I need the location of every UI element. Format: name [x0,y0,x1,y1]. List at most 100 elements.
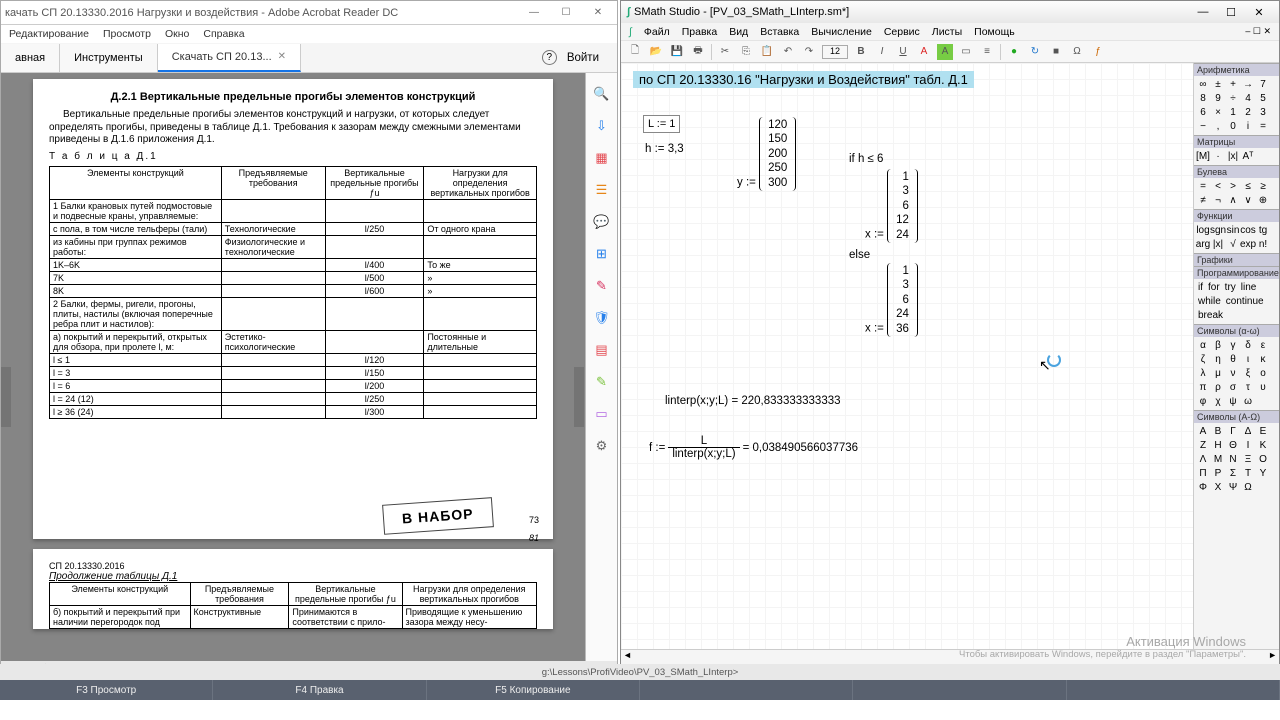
var-y[interactable]: y := 120150200250300 [737,117,796,191]
tab-document[interactable]: Скачать СП 20.13... ✕ [158,44,301,72]
close-icon[interactable]: ✕ [278,51,286,62]
windows-activation-watermark: Активация Windows Чтобы активировать Win… [959,634,1246,660]
recalc-icon[interactable]: ↻ [1027,44,1043,60]
menu-help[interactable]: Помощь [974,26,1015,38]
new-icon[interactable]: 🗋 [627,44,643,60]
table-d1: Элементы конструкций Предъявляемые требо… [49,166,537,419]
page-paragraph: Вертикальные предельные прогибы элементо… [49,109,537,147]
font-size-input[interactable]: 12 [822,45,848,59]
search-icon[interactable]: 🔍 [593,85,611,103]
page-number: 81 [529,533,539,543]
var-x2[interactable]: x := 1362436 [865,263,918,337]
maximize-button[interactable]: ☐ [551,3,581,23]
page-number: 73 [529,515,539,525]
app-icon: ∫ [627,6,630,18]
document-viewport[interactable]: Д.2.1 Вертикальные предельные прогибы эл… [1,73,585,661]
sign-icon[interactable]: ✎ [593,277,611,295]
palette-prog[interactable]: Программирование [1194,266,1279,279]
highlight-icon[interactable]: ✎ [593,373,611,391]
if-branch[interactable]: if h ≤ 6 [849,153,883,165]
mdi-close-icon[interactable]: – ☐ ✕ [1245,26,1271,37]
unit-icon[interactable]: Ω [1069,44,1085,60]
italic-icon[interactable]: I [874,44,890,60]
var-x1[interactable]: x := 1361224 [865,169,918,243]
minimize-button[interactable]: — [519,3,549,23]
stop-icon[interactable]: ■ [1048,44,1064,60]
frame-icon[interactable]: ▭ [958,44,974,60]
else-branch[interactable]: else [849,249,870,261]
menu-calc[interactable]: Вычисление [811,26,872,38]
bgcolor-icon[interactable]: A [937,44,953,60]
cut-icon[interactable]: ✂ [717,44,733,60]
tab-tools[interactable]: Инструменты [60,44,158,72]
open-icon[interactable]: 📂 [648,44,664,60]
acrobat-nav-handle[interactable] [1,367,11,427]
acrobat-window: качать СП 20.13330.2016 Нагрузки и возде… [0,0,618,680]
palette-plot[interactable]: Графики [1194,253,1279,266]
protect-icon[interactable]: 🛡 [593,309,611,327]
fn-f5[interactable]: F5 Копирование [427,680,640,700]
menu-edit[interactable]: Редактирование [9,28,89,40]
palette-sym-greek-upper[interactable]: Символы (A-Ω) [1194,410,1279,423]
more-icon[interactable]: ⚙ [593,437,611,455]
palette-sym-greek[interactable]: Символы (α-ω) [1194,324,1279,337]
menu-service[interactable]: Сервис [884,26,920,38]
tab-home[interactable]: авная [1,44,60,72]
app-icon: ∫ [629,26,632,38]
undo-icon[interactable]: ↶ [780,44,796,60]
doc-code: СП 20.13330.2016 [49,561,537,571]
compress-icon[interactable]: ▤ [593,341,611,359]
color-icon[interactable]: A [916,44,932,60]
var-L[interactable]: L := 1 [643,115,680,133]
menu-view[interactable]: Вид [729,26,748,38]
organize-icon[interactable]: ⊞ [593,245,611,263]
linterp-result[interactable]: linterp(x;y;L) = 220,833333333333 [665,395,841,407]
palette-bool[interactable]: Булева [1194,165,1279,178]
var-f[interactable]: f := L linterp(x;y;L) = 0,03849056603773… [649,435,858,460]
palette-func[interactable]: Функции [1194,209,1279,222]
close-button[interactable]: ✕ [1245,6,1273,19]
table-d1-cont: Элементы конструкций Предъявляемые требо… [49,582,537,629]
menu-insert[interactable]: Вставка [760,26,799,38]
menu-window[interactable]: Окно [165,28,189,40]
commander-fnkeys: F3 Просмотр F4 Правка F5 Копирование [0,680,1280,700]
page-heading: Д.2.1 Вертикальные предельные прогибы эл… [49,91,537,103]
paste-icon[interactable]: 📋 [759,44,775,60]
menu-file[interactable]: Файл [644,26,670,38]
func-icon[interactable]: ƒ [1090,44,1106,60]
menu-sheets[interactable]: Листы [932,26,962,38]
smath-worksheet[interactable]: по СП 20.13330.16 "Нагрузки и Воздействи… [621,63,1193,649]
export-icon[interactable]: ⇩ [593,117,611,135]
edit-icon[interactable]: ☰ [593,181,611,199]
minimize-button[interactable]: — [1189,6,1217,19]
smath-titlebar[interactable]: ∫ SMath Studio - [PV_03_SMath_LInterp.sm… [621,1,1279,23]
menu-view[interactable]: Просмотр [103,28,151,40]
bold-icon[interactable]: B [853,44,869,60]
login-link[interactable]: Войти [567,52,599,64]
maximize-button[interactable]: ☐ [1217,6,1245,19]
fn-f4[interactable]: F4 Правка [213,680,426,700]
redo-icon[interactable]: ↷ [801,44,817,60]
fn-f3[interactable]: F3 Просмотр [0,680,213,700]
stamp-icon[interactable]: ▭ [593,405,611,423]
underline-icon[interactable]: U [895,44,911,60]
var-h[interactable]: h := 3,3 [645,143,684,155]
palette-arith[interactable]: Арифметика [1194,63,1279,76]
commander-path: g:\Lessons\ProfiVideo\PV_03_SMath_LInter… [0,664,1280,680]
calc-icon[interactable]: ● [1006,44,1022,60]
palette-matrix[interactable]: Матрицы [1194,135,1279,148]
align-icon[interactable]: ≡ [979,44,995,60]
print-icon[interactable]: 🖶 [690,44,706,60]
acrobat-titlebar[interactable]: качать СП 20.13330.2016 Нагрузки и возде… [1,1,617,25]
copy-icon[interactable]: ⎘ [738,44,754,60]
acrobat-sidebar: 🔍 ⇩ ▦ ☰ 💬 ⊞ ✎ 🛡 ▤ ✎ ▭ ⚙ [585,73,617,661]
create-icon[interactable]: ▦ [593,149,611,167]
menu-edit[interactable]: Правка [682,26,717,38]
smath-window: ∫ SMath Studio - [PV_03_SMath_LInterp.sm… [620,0,1280,680]
comment-icon[interactable]: 💬 [593,213,611,231]
save-icon[interactable]: 💾 [669,44,685,60]
help-icon[interactable]: ? [542,50,557,65]
close-button[interactable]: ✕ [583,3,613,23]
menu-help[interactable]: Справка [203,28,244,40]
acrobat-splitter[interactable] [574,367,584,427]
